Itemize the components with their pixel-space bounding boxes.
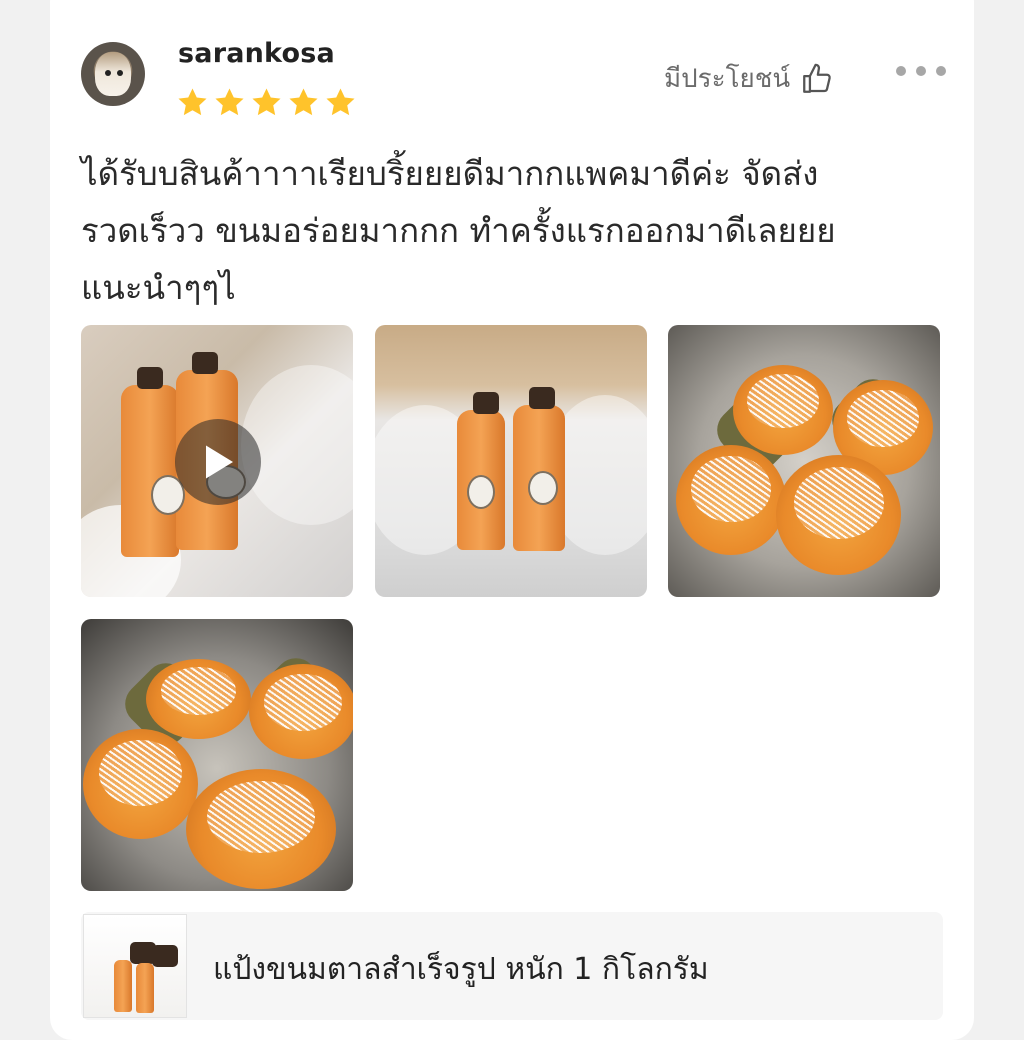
bottle-image <box>136 945 178 1013</box>
play-icon <box>206 445 233 479</box>
bottle-image <box>121 367 179 557</box>
review-text-line: รวดเร็วว ขนมอร่อยมากกก ทำครั้งแรกออกมาดี… <box>81 211 836 250</box>
cake-image <box>83 729 198 839</box>
star-icon <box>178 88 207 116</box>
review-photo[interactable] <box>668 325 940 597</box>
username[interactable]: sarankosa <box>178 38 335 69</box>
review-photo[interactable] <box>375 325 647 597</box>
review-text-line: แนะนำๆๆไ <box>81 268 236 307</box>
more-dot <box>896 66 906 76</box>
star-icon <box>326 88 355 116</box>
product-thumbnail <box>83 914 187 1018</box>
product-link[interactable]: แป้งขนมตาลสำเร็จรูป หนัก 1 กิโลกรัม <box>81 912 943 1020</box>
product-name: แป้งขนมตาลสำเร็จรูป หนัก 1 กิโลกรัม <box>213 952 709 987</box>
review-text-line: ได้รับบสินค้าาาาเรียบริ้ยยยดีมากกแพคมาดี… <box>81 154 819 193</box>
cake-image <box>186 769 336 889</box>
more-dot <box>916 66 926 76</box>
review-photo[interactable] <box>81 619 353 891</box>
cake-image <box>776 455 901 575</box>
review-video[interactable] <box>81 325 353 597</box>
dog-face <box>95 52 131 96</box>
helpful-button[interactable]: มีประโยชน์ <box>664 58 834 99</box>
review-text: ได้รับบสินค้าาาาเรียบริ้ยยยดีมากกแพคมาดี… <box>81 145 931 316</box>
more-icon[interactable] <box>896 60 946 82</box>
star-icon <box>252 88 281 116</box>
play-button[interactable] <box>175 419 261 505</box>
star-icon <box>215 88 244 116</box>
cake-image <box>733 365 833 455</box>
cake-image <box>676 445 786 555</box>
cake-image <box>249 664 353 759</box>
star-rating <box>176 86 357 119</box>
dog-eye <box>117 70 123 76</box>
star-icon <box>289 88 318 116</box>
bottle-label <box>528 471 558 505</box>
avatar[interactable] <box>81 42 145 106</box>
bottle-image <box>114 942 156 1012</box>
helpful-label: มีประโยชน์ <box>664 64 791 94</box>
cake-image <box>146 659 251 739</box>
thumbs-up-icon <box>803 63 832 93</box>
more-dot <box>936 66 946 76</box>
dog-eye <box>105 70 111 76</box>
bottle-label <box>467 475 495 509</box>
